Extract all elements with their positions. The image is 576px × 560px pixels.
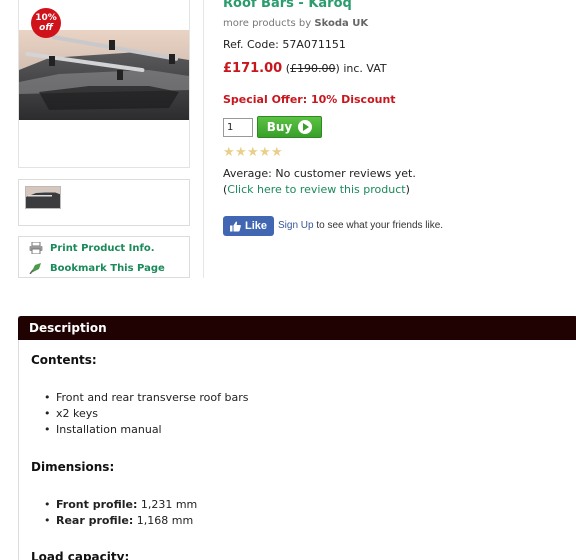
star-icon: ★	[259, 145, 271, 160]
car-roof-bars-photo	[19, 30, 189, 120]
play-arrow-icon	[298, 120, 313, 134]
discount-badge-off: off	[39, 23, 53, 33]
facebook-like-label: Like	[244, 220, 267, 232]
thumbnail-strip	[18, 179, 190, 226]
list-item: Front profile: 1,231 mm	[44, 497, 197, 513]
special-offer-label: Special Offer: 10% Discount	[223, 93, 396, 106]
facebook-text: Sign Up to see what your friends like.	[278, 220, 443, 231]
list-item: Installation manual	[44, 422, 248, 438]
dimension-value: 1,168 mm	[133, 514, 194, 527]
brand-link[interactable]: Skoda UK	[314, 18, 368, 29]
bookmark-icon	[29, 263, 41, 274]
bookmark-page-label: Bookmark This Page	[50, 262, 165, 274]
price-line: £171.00 (£190.00) inc. VAT	[223, 61, 387, 76]
print-product-label: Print Product Info.	[50, 242, 155, 254]
facebook-signup-suffix: to see what your friends like.	[313, 220, 444, 231]
column-divider	[203, 0, 204, 278]
product-tools: Print Product Info. Bookmark This Page	[18, 236, 190, 278]
current-price: £171.00	[223, 61, 283, 76]
print-product-link[interactable]: Print Product Info.	[29, 242, 155, 254]
buy-button-label: Buy	[266, 120, 293, 134]
dimension-label: Rear profile:	[56, 514, 134, 527]
description-header: Description	[18, 316, 576, 340]
discount-badge-percent: 10%	[35, 13, 57, 23]
price-suffix: inc. VAT	[343, 62, 387, 75]
star-icon: ★	[235, 145, 247, 160]
review-line: (Click here to review this product)	[223, 183, 410, 196]
printer-icon	[29, 242, 43, 254]
facebook-like-button[interactable]: Like	[223, 216, 274, 236]
list-item: Rear profile: 1,168 mm	[44, 513, 197, 529]
buy-button[interactable]: Buy	[257, 116, 322, 138]
contents-heading: Contents:	[31, 353, 97, 367]
product-title: Roof Bars - Karoq	[223, 0, 352, 11]
list-item: Front and rear transverse roof bars	[44, 390, 248, 406]
product-thumbnail[interactable]	[25, 186, 61, 209]
dimensions-list: Front profile: 1,231 mm Rear profile: 1,…	[44, 497, 197, 529]
rating-stars: ★ ★ ★ ★ ★	[223, 145, 283, 160]
list-item: x2 keys	[44, 406, 248, 422]
more-products-prefix: more products by	[223, 18, 315, 29]
dimensions-heading: Dimensions:	[31, 460, 115, 474]
star-icon: ★	[247, 145, 259, 160]
discount-badge: 10% off	[31, 8, 61, 38]
product-main-image[interactable]: 10% off	[18, 0, 190, 168]
load-capacity-heading: Load capacity:	[31, 550, 130, 560]
thumbnail-car-icon	[26, 187, 60, 208]
original-price: £190.00	[290, 62, 336, 75]
bookmark-page-link[interactable]: Bookmark This Page	[29, 262, 165, 274]
dimension-label: Front profile:	[56, 498, 138, 511]
review-product-link[interactable]: Click here to review this product	[227, 183, 405, 196]
more-products-line: more products by Skoda UK	[223, 18, 368, 29]
star-icon: ★	[223, 145, 235, 160]
dimension-value: 1,231 mm	[137, 498, 198, 511]
facebook-signup-link[interactable]: Sign Up	[278, 220, 314, 231]
thumbs-up-icon	[229, 221, 241, 231]
quantity-input[interactable]	[223, 118, 253, 137]
average-rating-text: Average: No customer reviews yet.	[223, 167, 416, 180]
ref-code: Ref. Code: 57A071151	[223, 38, 346, 51]
contents-list: Front and rear transverse roof bars x2 k…	[44, 390, 248, 438]
star-icon: ★	[271, 145, 283, 160]
